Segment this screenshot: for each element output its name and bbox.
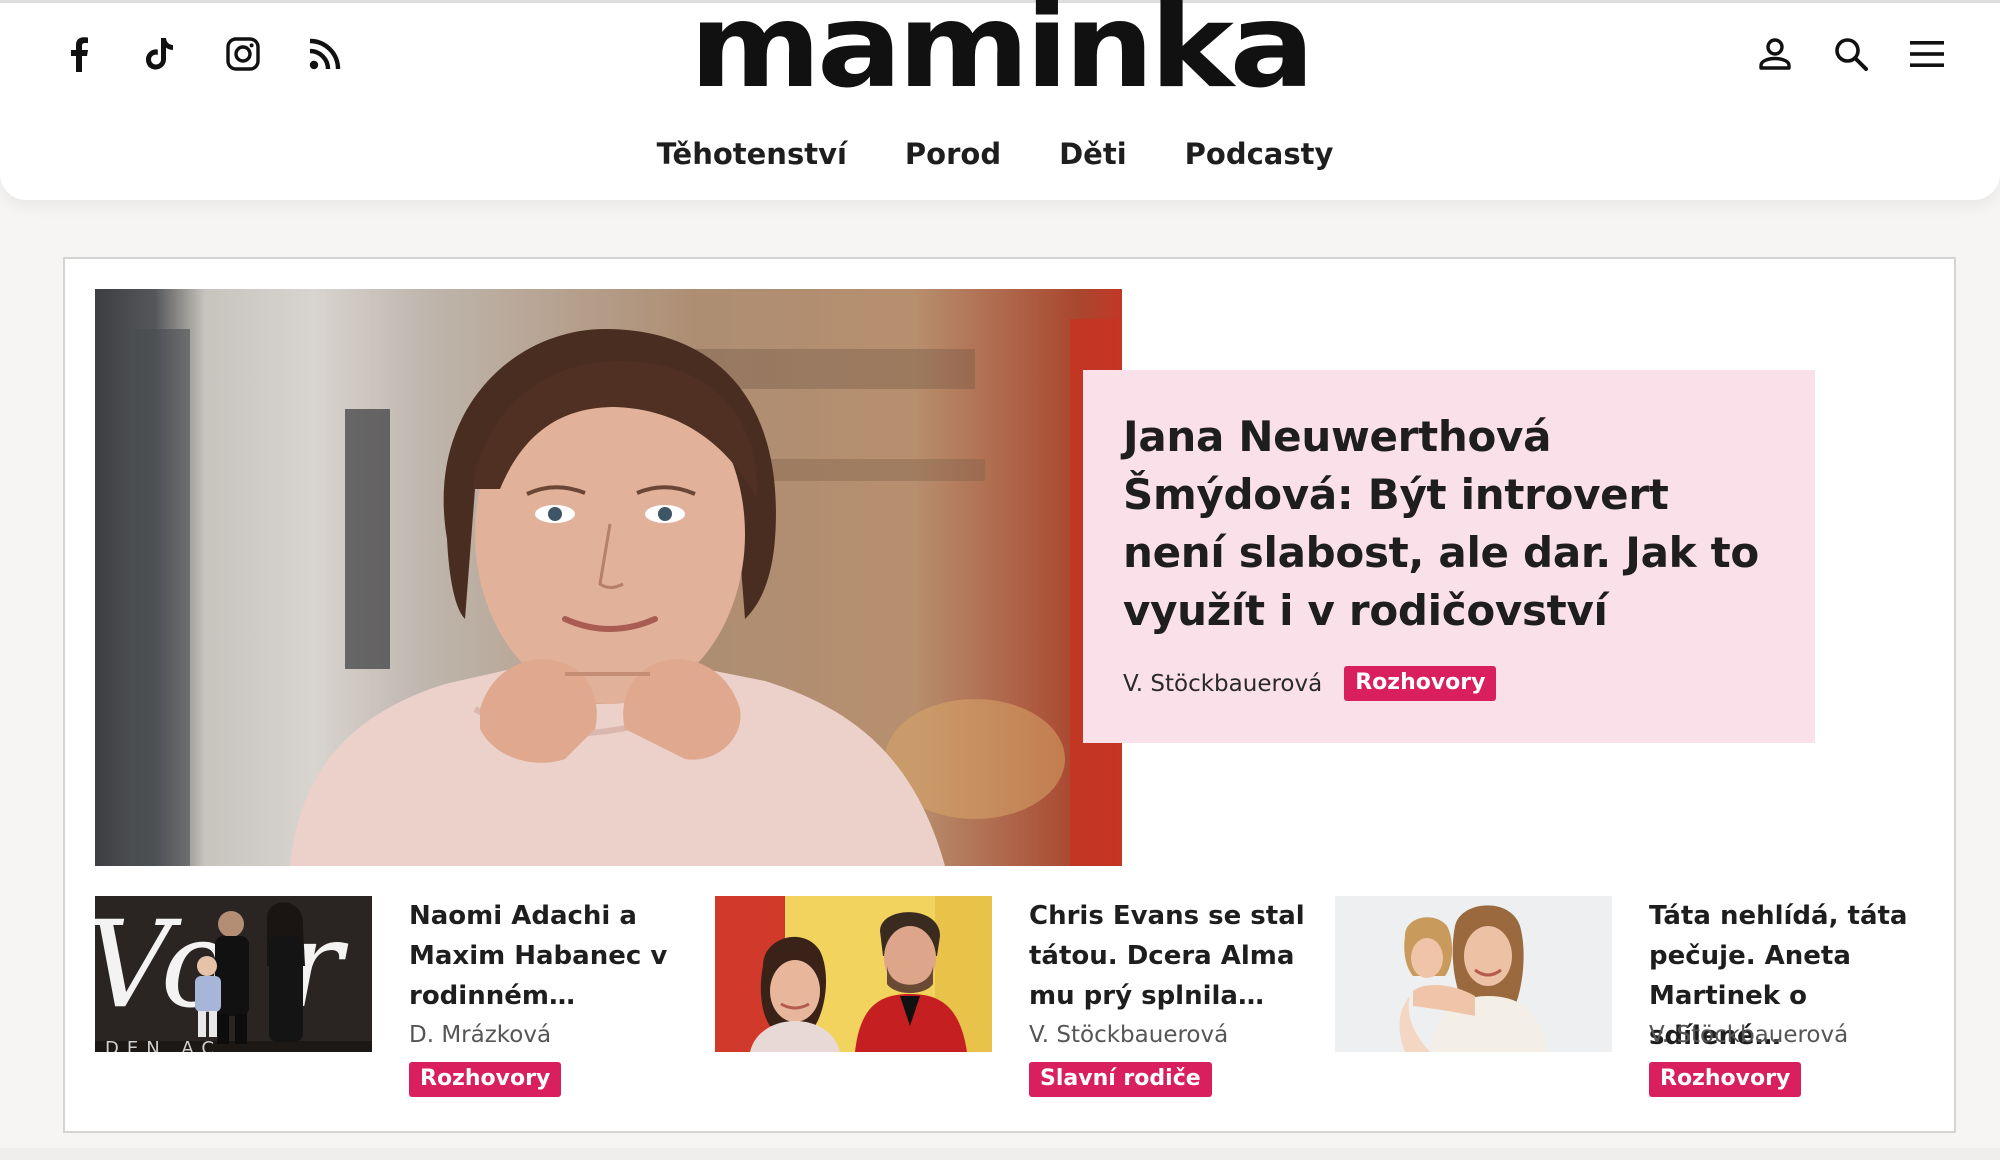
nav-item-podcasty[interactable]: Podcasty (1185, 137, 1334, 171)
featured-articles-box: Jana Neuwerthová Šmýdová: Být introvert … (63, 257, 1956, 1133)
list-item: Chris Evans se stal tátou. Dcera Alma mu… (715, 896, 1315, 1116)
hero-article-tag[interactable]: Rozhovory (1344, 666, 1497, 701)
hero-article-author: V. Stöckbauerová (1123, 670, 1323, 697)
article-list: Vo r DEN AC Naomi Adachi a Maxim Habanec… (95, 896, 1935, 1116)
page-bottom-strip (0, 1148, 2000, 1160)
hero-article-box: Jana Neuwerthová Šmýdová: Být introvert … (1083, 370, 1815, 743)
main-nav: Těhotenství Porod Děti Podcasty (0, 137, 2000, 171)
article-title[interactable]: Naomi Adachi a Maxim Habanec v rodinném… (409, 896, 699, 1016)
site-logo[interactable]: maminka (0, 0, 2000, 105)
article-tag[interactable]: Slavní rodiče (1029, 1062, 1212, 1097)
header-tools (1750, 29, 1952, 79)
article-tag[interactable]: Rozhovory (409, 1062, 562, 1097)
hero-image[interactable] (95, 289, 1122, 866)
nav-item-deti[interactable]: Děti (1059, 137, 1127, 171)
user-icon[interactable] (1750, 29, 1800, 79)
article-author: D. Mrázková (409, 1022, 552, 1048)
article-author: V. Stöckbauerová (1029, 1022, 1229, 1048)
article-thumbnail[interactable] (1335, 896, 1612, 1052)
svg-text:DEN AC: DEN AC (105, 1038, 222, 1052)
search-icon[interactable] (1826, 29, 1876, 79)
nav-item-porod[interactable]: Porod (905, 137, 1001, 171)
article-author: V. Stöckbauerová (1649, 1022, 1849, 1048)
hero-article-meta: V. Stöckbauerová Rozhovory (1123, 666, 1497, 701)
site-header: maminka Těhotenství Porod Děti Podcasty (0, 0, 2000, 200)
hero-article-title[interactable]: Jana Neuwerthová Šmýdová: Být introvert … (1123, 408, 1775, 640)
list-item: Táta nehlídá, táta pečuje. Aneta Martine… (1335, 896, 1935, 1116)
article-thumbnail[interactable] (715, 896, 992, 1052)
article-tag[interactable]: Rozhovory (1649, 1062, 1802, 1097)
menu-icon[interactable] (1902, 29, 1952, 79)
article-title[interactable]: Chris Evans se stal tátou. Dcera Alma mu… (1029, 896, 1319, 1016)
article-thumbnail[interactable]: Vo r DEN AC (95, 896, 372, 1052)
nav-item-tehotenstvi[interactable]: Těhotenství (657, 137, 847, 171)
list-item: Vo r DEN AC Naomi Adachi a Maxim Habanec… (95, 896, 695, 1116)
